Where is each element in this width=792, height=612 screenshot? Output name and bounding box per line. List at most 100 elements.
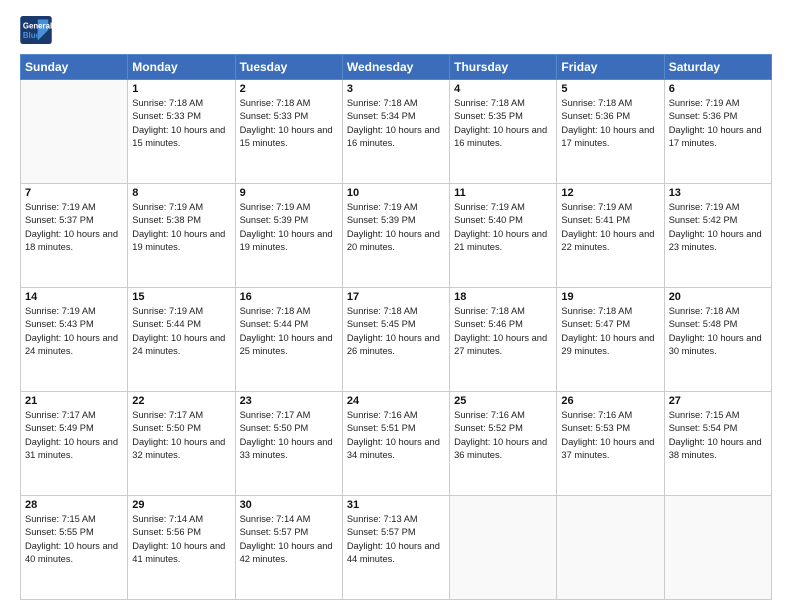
calendar-cell xyxy=(450,496,557,600)
day-number: 12 xyxy=(561,187,659,199)
day-detail: Sunrise: 7:18 AM Sunset: 5:33 PM Dayligh… xyxy=(132,97,230,151)
calendar-cell: 8 Sunrise: 7:19 AM Sunset: 5:38 PM Daylig… xyxy=(128,184,235,288)
calendar-cell: 20 Sunrise: 7:18 AM Sunset: 5:48 PM Dayli… xyxy=(664,288,771,392)
weekday-friday: Friday xyxy=(557,55,664,80)
day-detail: Sunrise: 7:18 AM Sunset: 5:48 PM Dayligh… xyxy=(669,305,767,359)
calendar-table: SundayMondayTuesdayWednesdayThursdayFrid… xyxy=(20,54,772,600)
day-detail: Sunrise: 7:19 AM Sunset: 5:43 PM Dayligh… xyxy=(25,305,123,359)
day-detail: Sunrise: 7:17 AM Sunset: 5:49 PM Dayligh… xyxy=(25,409,123,463)
weekday-saturday: Saturday xyxy=(664,55,771,80)
day-detail: Sunrise: 7:18 AM Sunset: 5:33 PM Dayligh… xyxy=(240,97,338,151)
calendar-cell: 13Sunrise: 7:19 AM Sunset: 5:42 PM Dayli… xyxy=(664,184,771,288)
weekday-header-row: SundayMondayTuesdayWednesdayThursdayFrid… xyxy=(21,55,772,80)
day-detail: Sunrise: 7:14 AM Sunset: 5:57 PM Dayligh… xyxy=(240,513,338,567)
calendar-cell: 14 Sunrise: 7:19 AM Sunset: 5:43 PM Dayli… xyxy=(21,288,128,392)
day-number: 7 xyxy=(25,187,123,199)
weekday-sunday: Sunday xyxy=(21,55,128,80)
day-number: 24 xyxy=(347,395,445,407)
day-number: 27 xyxy=(669,395,767,407)
day-detail: Sunrise: 7:19 AM Sunset: 5:41 PM Dayligh… xyxy=(561,201,659,255)
calendar-cell: 24 Sunrise: 7:16 AM Sunset: 5:51 PM Dayli… xyxy=(342,392,449,496)
day-number: 29 xyxy=(132,499,230,511)
day-number: 18 xyxy=(454,291,552,303)
day-detail: Sunrise: 7:13 AM Sunset: 5:57 PM Dayligh… xyxy=(347,513,445,567)
day-detail: Sunrise: 7:19 AM Sunset: 5:37 PM Dayligh… xyxy=(25,201,123,255)
calendar-cell: 7 Sunrise: 7:19 AM Sunset: 5:37 PM Daylig… xyxy=(21,184,128,288)
day-number: 3 xyxy=(347,83,445,95)
day-number: 4 xyxy=(454,83,552,95)
calendar-cell: 15 Sunrise: 7:19 AM Sunset: 5:44 PM Dayli… xyxy=(128,288,235,392)
day-number: 2 xyxy=(240,83,338,95)
day-detail: Sunrise: 7:18 AM Sunset: 5:34 PM Dayligh… xyxy=(347,97,445,151)
day-number: 8 xyxy=(132,187,230,199)
logo-icon: General Blue xyxy=(20,16,52,44)
calendar-cell: 31 Sunrise: 7:13 AM Sunset: 5:57 PM Dayli… xyxy=(342,496,449,600)
day-detail: Sunrise: 7:19 AM Sunset: 5:39 PM Dayligh… xyxy=(347,201,445,255)
calendar-cell: 23 Sunrise: 7:17 AM Sunset: 5:50 PM Dayli… xyxy=(235,392,342,496)
calendar-cell: 11 Sunrise: 7:19 AM Sunset: 5:40 PM Dayli… xyxy=(450,184,557,288)
calendar-cell: 10 Sunrise: 7:19 AM Sunset: 5:39 PM Dayli… xyxy=(342,184,449,288)
day-number: 22 xyxy=(132,395,230,407)
day-number: 14 xyxy=(25,291,123,303)
calendar-cell: 17Sunrise: 7:18 AM Sunset: 5:45 PM Dayli… xyxy=(342,288,449,392)
calendar-cell xyxy=(664,496,771,600)
day-detail: Sunrise: 7:19 AM Sunset: 5:40 PM Dayligh… xyxy=(454,201,552,255)
day-detail: Sunrise: 7:19 AM Sunset: 5:44 PM Dayligh… xyxy=(132,305,230,359)
day-detail: Sunrise: 7:16 AM Sunset: 5:51 PM Dayligh… xyxy=(347,409,445,463)
calendar-cell: 16 Sunrise: 7:18 AM Sunset: 5:44 PM Dayli… xyxy=(235,288,342,392)
day-detail: Sunrise: 7:18 AM Sunset: 5:46 PM Dayligh… xyxy=(454,305,552,359)
day-detail: Sunrise: 7:16 AM Sunset: 5:53 PM Dayligh… xyxy=(561,409,659,463)
day-number: 19 xyxy=(561,291,659,303)
calendar-cell: 4 Sunrise: 7:18 AM Sunset: 5:35 PM Daylig… xyxy=(450,80,557,184)
day-detail: Sunrise: 7:18 AM Sunset: 5:47 PM Dayligh… xyxy=(561,305,659,359)
week-row-0: 1 Sunrise: 7:18 AM Sunset: 5:33 PM Daylig… xyxy=(21,80,772,184)
calendar-cell: 3 Sunrise: 7:18 AM Sunset: 5:34 PM Daylig… xyxy=(342,80,449,184)
day-number: 23 xyxy=(240,395,338,407)
svg-text:General: General xyxy=(23,21,52,30)
day-detail: Sunrise: 7:18 AM Sunset: 5:36 PM Dayligh… xyxy=(561,97,659,151)
calendar-cell: 12 Sunrise: 7:19 AM Sunset: 5:41 PM Dayli… xyxy=(557,184,664,288)
day-number: 11 xyxy=(454,187,552,199)
logo: General Blue xyxy=(20,16,56,44)
day-number: 5 xyxy=(561,83,659,95)
weekday-thursday: Thursday xyxy=(450,55,557,80)
day-number: 10 xyxy=(347,187,445,199)
calendar-cell: 18 Sunrise: 7:18 AM Sunset: 5:46 PM Dayli… xyxy=(450,288,557,392)
calendar-cell: 27 Sunrise: 7:15 AM Sunset: 5:54 PM Dayli… xyxy=(664,392,771,496)
calendar-cell: 2 Sunrise: 7:18 AM Sunset: 5:33 PM Daylig… xyxy=(235,80,342,184)
day-number: 16 xyxy=(240,291,338,303)
day-number: 30 xyxy=(240,499,338,511)
calendar-cell: 9 Sunrise: 7:19 AM Sunset: 5:39 PM Daylig… xyxy=(235,184,342,288)
calendar-cell: 28 Sunrise: 7:15 AM Sunset: 5:55 PM Dayli… xyxy=(21,496,128,600)
day-detail: Sunrise: 7:15 AM Sunset: 5:55 PM Dayligh… xyxy=(25,513,123,567)
calendar-cell: 1 Sunrise: 7:18 AM Sunset: 5:33 PM Daylig… xyxy=(128,80,235,184)
calendar-cell: 30 Sunrise: 7:14 AM Sunset: 5:57 PM Dayli… xyxy=(235,496,342,600)
day-number: 1 xyxy=(132,83,230,95)
day-number: 28 xyxy=(25,499,123,511)
day-detail: Sunrise: 7:17 AM Sunset: 5:50 PM Dayligh… xyxy=(240,409,338,463)
day-detail: Sunrise: 7:19 AM Sunset: 5:36 PM Dayligh… xyxy=(669,97,767,151)
calendar-cell: 26Sunrise: 7:16 AM Sunset: 5:53 PM Dayli… xyxy=(557,392,664,496)
day-detail: Sunrise: 7:15 AM Sunset: 5:54 PM Dayligh… xyxy=(669,409,767,463)
day-detail: Sunrise: 7:18 AM Sunset: 5:44 PM Dayligh… xyxy=(240,305,338,359)
day-number: 15 xyxy=(132,291,230,303)
day-number: 20 xyxy=(669,291,767,303)
day-detail: Sunrise: 7:19 AM Sunset: 5:39 PM Dayligh… xyxy=(240,201,338,255)
day-number: 31 xyxy=(347,499,445,511)
day-detail: Sunrise: 7:16 AM Sunset: 5:52 PM Dayligh… xyxy=(454,409,552,463)
calendar-cell: 22 Sunrise: 7:17 AM Sunset: 5:50 PM Dayli… xyxy=(128,392,235,496)
calendar-cell xyxy=(21,80,128,184)
calendar-cell xyxy=(557,496,664,600)
weekday-tuesday: Tuesday xyxy=(235,55,342,80)
page: General Blue SundayMondayTuesdayWednesda… xyxy=(0,0,792,612)
calendar-cell: 25 Sunrise: 7:16 AM Sunset: 5:52 PM Dayli… xyxy=(450,392,557,496)
day-number: 9 xyxy=(240,187,338,199)
weekday-wednesday: Wednesday xyxy=(342,55,449,80)
calendar-cell: 6Sunrise: 7:19 AM Sunset: 5:36 PM Daylig… xyxy=(664,80,771,184)
day-detail: Sunrise: 7:18 AM Sunset: 5:35 PM Dayligh… xyxy=(454,97,552,151)
day-number: 25 xyxy=(454,395,552,407)
day-detail: Sunrise: 7:17 AM Sunset: 5:50 PM Dayligh… xyxy=(132,409,230,463)
day-detail: Sunrise: 7:14 AM Sunset: 5:56 PM Dayligh… xyxy=(132,513,230,567)
day-detail: Sunrise: 7:19 AM Sunset: 5:38 PM Dayligh… xyxy=(132,201,230,255)
day-number: 13 xyxy=(669,187,767,199)
